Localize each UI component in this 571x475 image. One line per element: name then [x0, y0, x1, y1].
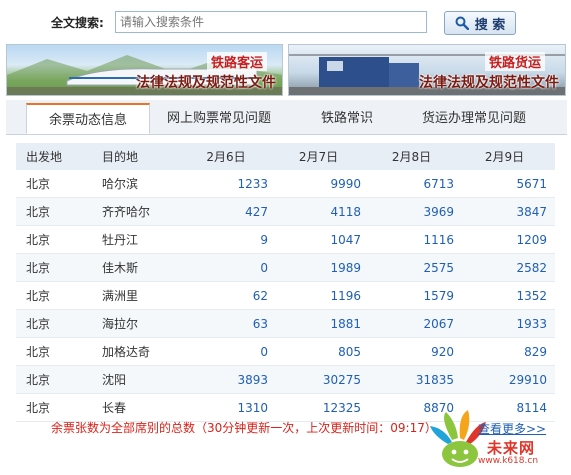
- destination-cell: 海拉尔: [100, 309, 184, 338]
- ticket-count-cell: 1196: [276, 281, 369, 310]
- freight-law-banner[interactable]: 铁路货运 法律法规及规范性文件: [288, 44, 566, 96]
- ticket-count-cell: 2067: [369, 309, 462, 338]
- table-row: 北京 满洲里 62 1196 1579 1352: [16, 281, 555, 310]
- ticket-count-cell: 1116: [369, 225, 462, 254]
- search-button-label: 搜 索: [474, 17, 506, 33]
- origin-cell: 北京: [16, 281, 100, 310]
- search-bar: 全文搜索: 搜 索: [0, 0, 571, 44]
- ticket-count-cell: 30275: [276, 365, 369, 394]
- origin-cell: 北京: [16, 197, 100, 226]
- search-button[interactable]: 搜 索: [444, 11, 516, 35]
- tab-ticket-info[interactable]: 余票动态信息: [26, 103, 150, 134]
- header-origin: 出发地: [16, 143, 100, 170]
- ticket-count-cell: 12325: [276, 393, 369, 422]
- ticket-count-cell: 427: [184, 197, 276, 226]
- ticket-count-cell: 829: [462, 337, 555, 366]
- ticket-count-cell: 2582: [462, 253, 555, 282]
- ticket-count-cell: 1352: [462, 281, 555, 310]
- ticket-count-cell: 1989: [276, 253, 369, 282]
- destination-cell: 沈阳: [100, 365, 184, 394]
- table-header-row: 出发地 目的地 2月6日 2月7日 2月8日 2月9日: [16, 143, 555, 170]
- tab-railway-knowledge[interactable]: 铁路常识: [302, 103, 392, 134]
- ticket-count-cell: 1579: [369, 281, 462, 310]
- ticket-count-cell: 1933: [462, 309, 555, 338]
- search-input[interactable]: [115, 11, 427, 33]
- ticket-count-cell: 9: [184, 225, 276, 254]
- destination-cell: 牡丹江: [100, 225, 184, 254]
- ticket-count-cell: 4118: [276, 197, 369, 226]
- ticket-count-cell: 62: [184, 281, 276, 310]
- origin-cell: 北京: [16, 309, 100, 338]
- freight-title: 法律法规及规范性文件: [419, 75, 559, 91]
- freight-tag: 铁路货运: [485, 52, 546, 71]
- passenger-law-banner[interactable]: 铁路客运 法律法规及规范性文件: [6, 44, 283, 96]
- ticket-count-cell: 1310: [184, 393, 276, 422]
- ticket-count-cell: 29910: [462, 365, 555, 394]
- ticket-count-cell: 31835: [369, 365, 462, 394]
- search-icon: [455, 16, 469, 30]
- ticket-count-cell: 5671: [462, 170, 555, 198]
- update-note: 余票张数为全部席别的总数（30分钟更新一次，上次更新时间：09:17）: [51, 421, 437, 435]
- search-label: 全文搜索:: [51, 16, 104, 30]
- view-more-link[interactable]: 查看更多>>: [478, 420, 546, 437]
- table-row: 北京 齐齐哈尔 427 4118 3969 3847: [16, 197, 555, 226]
- ticket-count-cell: 1233: [184, 170, 276, 198]
- header-date-2: 2月7日: [276, 143, 369, 170]
- origin-cell: 北京: [16, 365, 100, 394]
- destination-cell: 满洲里: [100, 281, 184, 310]
- logo-url: www.k618.cn: [478, 456, 539, 466]
- passenger-title: 法律法规及规范性文件: [136, 75, 276, 91]
- origin-cell: 北京: [16, 225, 100, 254]
- table-row: 北京 加格达奇 0 805 920 829: [16, 337, 555, 366]
- logo-text: 未来网: [487, 439, 536, 457]
- ticket-count-cell: 9990: [276, 170, 369, 198]
- destination-cell: 佳木斯: [100, 253, 184, 282]
- ticket-count-cell: 0: [184, 253, 276, 282]
- ticket-count-cell: 3847: [462, 197, 555, 226]
- ticket-count-cell: 920: [369, 337, 462, 366]
- destination-cell: 长春: [100, 393, 184, 422]
- ticket-count-cell: 0: [184, 337, 276, 366]
- ticket-count-cell: 2575: [369, 253, 462, 282]
- destination-cell: 加格达奇: [100, 337, 184, 366]
- header-date-1: 2月6日: [184, 143, 276, 170]
- tab-online-booking-faq[interactable]: 网上购票常见问题: [154, 103, 284, 134]
- ticket-count-cell: 63: [184, 309, 276, 338]
- ticket-count-cell: 3969: [369, 197, 462, 226]
- table-row: 北京 牡丹江 9 1047 1116 1209: [16, 225, 555, 254]
- destination-cell: 齐齐哈尔: [100, 197, 184, 226]
- tab-freight-faq[interactable]: 货运办理常见问题: [404, 103, 544, 134]
- ticket-count-cell: 6713: [369, 170, 462, 198]
- header-date-3: 2月8日: [369, 143, 462, 170]
- origin-cell: 北京: [16, 170, 100, 198]
- table-row: 北京 海拉尔 63 1881 2067 1933: [16, 309, 555, 338]
- table-row: 北京 沈阳 3893 30275 31835 29910: [16, 365, 555, 394]
- tab-bar: 余票动态信息 网上购票常见问题 铁路常识 货运办理常见问题: [6, 100, 567, 135]
- header-date-4: 2月9日: [462, 143, 555, 170]
- table-row: 北京 佳木斯 0 1989 2575 2582: [16, 253, 555, 282]
- origin-cell: 北京: [16, 253, 100, 282]
- ticket-count-cell: 1209: [462, 225, 555, 254]
- remaining-ticket-table: 出发地 目的地 2月6日 2月7日 2月8日 2月9日 北京 哈尔滨 1233 …: [16, 143, 555, 422]
- table-row: 北京 哈尔滨 1233 9990 6713 5671: [16, 170, 555, 198]
- ticket-count-cell: 805: [276, 337, 369, 366]
- ticket-count-cell: 1047: [276, 225, 369, 254]
- header-destination: 目的地: [100, 143, 184, 170]
- origin-cell: 北京: [16, 337, 100, 366]
- passenger-tag: 铁路客运: [207, 52, 268, 71]
- destination-cell: 哈尔滨: [100, 170, 184, 198]
- ticket-count-cell: 3893: [184, 365, 276, 394]
- ticket-count-cell: 1881: [276, 309, 369, 338]
- origin-cell: 北京: [16, 393, 100, 422]
